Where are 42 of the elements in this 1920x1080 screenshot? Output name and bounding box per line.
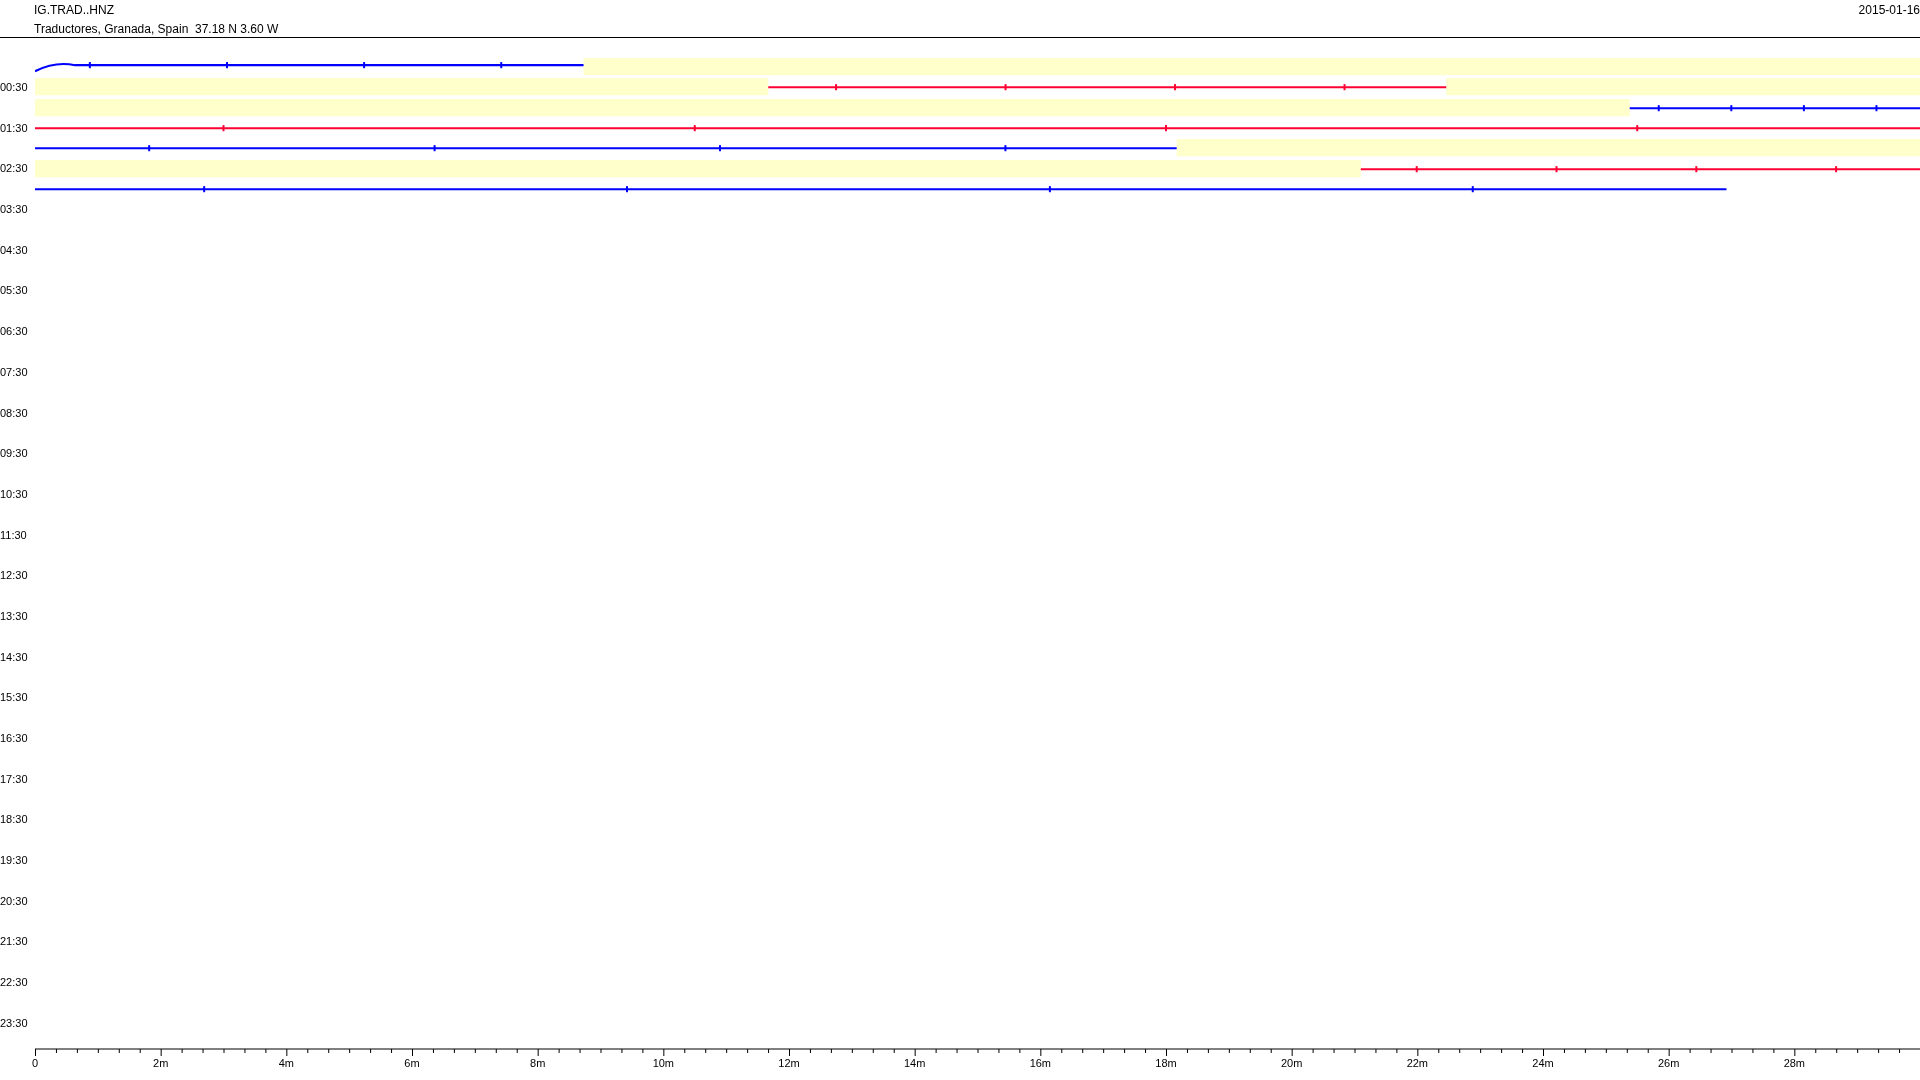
hour-label: 00:30 (0, 81, 28, 93)
hour-label: 20:30 (0, 894, 28, 907)
hour-label: 13:30 (0, 609, 28, 622)
axis-tick-label: 20m (1280, 1057, 1303, 1069)
axis-tick-label: 26m (1657, 1057, 1680, 1069)
hour-label: 17:30 (0, 772, 28, 785)
plot-date: 2015-01-16 (1858, 2, 1920, 19)
hour-label: 07:30 (0, 365, 28, 378)
hour-label: 10:30 (0, 487, 28, 500)
axis-tick-label: 2m (153, 1057, 169, 1069)
axis-tick-label: 14m (903, 1057, 926, 1069)
axis-tick-label: 4m (278, 1057, 294, 1069)
hour-label: 09:30 (0, 447, 28, 460)
axis-tick-label: 28m (1783, 1057, 1806, 1069)
channel-title: IG.TRAD..HNZ (34, 2, 115, 19)
hour-label: 12:30 (0, 569, 28, 582)
hour-label: 04:30 (0, 243, 28, 256)
station-location: Traductores, Granada, Spain 37.18 N 3.60 W (34, 21, 279, 38)
hour-label: 05:30 (0, 284, 28, 297)
hour-label: 14:30 (0, 650, 28, 663)
hour-label: 03:30 (0, 203, 28, 216)
hour-label: 21:30 (0, 935, 28, 948)
hour-label: 15:30 (0, 691, 28, 704)
axis-tick-label: 6m (404, 1057, 420, 1069)
axis-tick-label: 0 (31, 1057, 39, 1069)
hour-label: 18:30 (0, 813, 28, 826)
hour-label: 02:30 (0, 162, 28, 175)
axis-tick-label: 18m (1155, 1057, 1177, 1069)
axis-tick-label: 24m (1532, 1057, 1554, 1069)
hour-label: 19:30 (0, 854, 28, 867)
hour-label: 06:30 (0, 325, 28, 338)
axis-tick-label: 8m (530, 1057, 546, 1069)
axis-tick-label: 12m (778, 1057, 800, 1069)
hour-label: 11:30 (0, 528, 27, 541)
axis-tick-label: 22m (1406, 1057, 1429, 1069)
hour-label: 22:30 (0, 976, 28, 989)
hour-label: 23:30 (0, 1016, 28, 1029)
hour-label: 08:30 (0, 406, 28, 419)
hour-label: 16:30 (0, 732, 28, 744)
axis-tick-label: 16m (1029, 1057, 1052, 1069)
hour-label: 01:30 (0, 121, 28, 134)
axis-tick-label: 10m (652, 1057, 675, 1069)
